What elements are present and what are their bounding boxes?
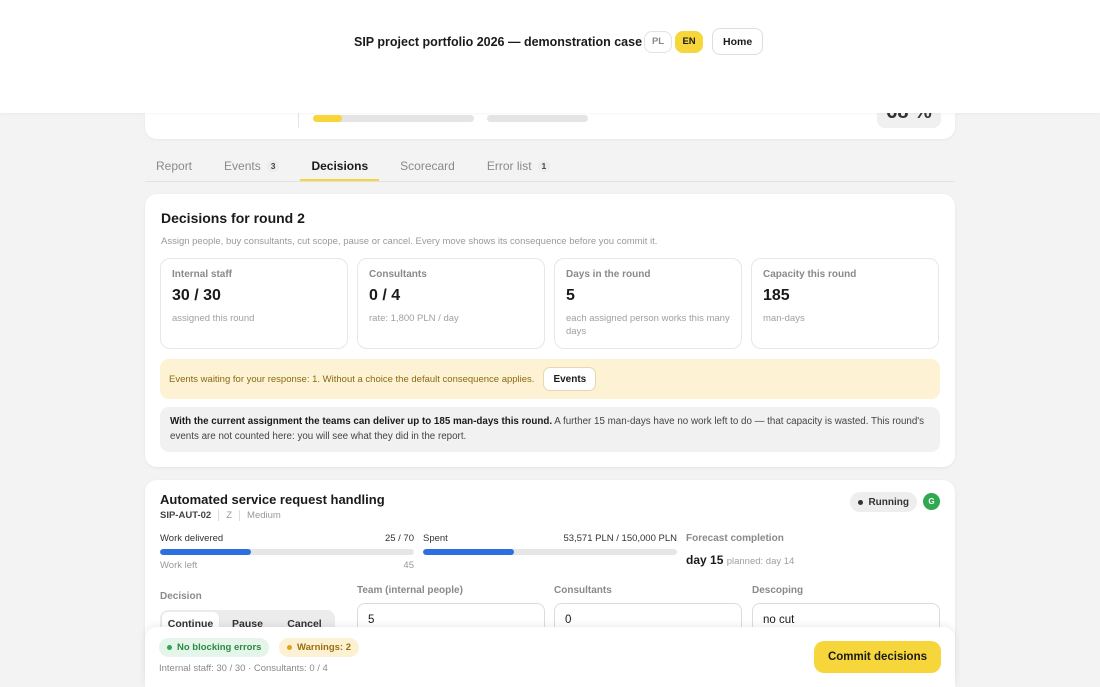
warning-dot-icon — [287, 645, 292, 650]
tab-label: Decisions — [311, 158, 369, 173]
metric-value: 25 / 70 — [384, 533, 414, 544]
team-label: Team (internal people) — [357, 585, 463, 596]
project-category: Z — [226, 510, 233, 521]
forecast-value: day 15 planned: day 14 — [686, 553, 794, 567]
consultants-label: Consultants — [554, 585, 612, 596]
status-badge: Running — [850, 492, 917, 512]
decisions-card: Decisions for round 2 Assign people, buy… — [145, 194, 955, 467]
descoping-label: Descoping — [752, 585, 804, 596]
tab-bar: Report Events 3 Decisions Scorecard Error… — [145, 150, 955, 182]
metric-label: Spent — [423, 533, 448, 544]
tab-badge: 1 — [537, 159, 551, 172]
stat-consultants: Consultants 0 / 4 rate: 1,800 PLN / day — [357, 258, 545, 349]
stat-days-in-round: Days in the round 5 each assigned person… — [554, 258, 742, 349]
forecast-planned: planned: day 14 — [726, 556, 795, 567]
home-button[interactable]: Home — [712, 28, 764, 55]
language-en-button[interactable]: EN — [675, 30, 704, 53]
commit-footer: No blocking errors Warnings: 2 Internal … — [145, 627, 955, 687]
warnings-badge[interactable]: Warnings: 2 — [279, 638, 360, 657]
work-left-value: 45 — [403, 560, 414, 571]
project-priority: Medium — [247, 510, 281, 521]
decisions-subtitle: Assign people, buy consultants, cut scop… — [161, 236, 658, 247]
tab-error-list[interactable]: Error list 1 — [476, 150, 561, 181]
forecast-completion: Forecast completion day 15 planned: day … — [686, 533, 794, 567]
stat-label: Consultants — [369, 269, 427, 280]
stat-capacity: Capacity this round 185 man-days — [751, 258, 939, 349]
tab-badge: 3 — [266, 159, 280, 172]
stat-label: Internal staff — [172, 269, 233, 280]
tab-events[interactable]: Events 3 — [213, 150, 290, 181]
summary-progress-fill — [313, 115, 342, 122]
capacity-info: With the current assignment the teams ca… — [160, 407, 940, 452]
meta-divider — [239, 510, 241, 521]
language-pl-button[interactable]: PL — [644, 30, 673, 53]
summary-progress-bar — [313, 115, 474, 122]
tab-scorecard[interactable]: Scorecard — [389, 150, 466, 181]
stat-value: 185 — [763, 287, 790, 304]
alert-text: Events waiting for your response: 1. Wit… — [169, 373, 535, 385]
ok-label: No blocking errors — [177, 642, 262, 653]
stat-note: man-days — [763, 313, 805, 324]
forecast-day-prefix: day — [686, 553, 711, 567]
grade-badge: G — [923, 493, 940, 510]
tab-label: Events — [224, 158, 261, 173]
work-progress-bar — [160, 549, 414, 555]
metric-value: 53,571 PLN / 150,000 PLN — [563, 533, 677, 544]
stat-value: 5 — [566, 287, 575, 304]
no-errors-badge: No blocking errors — [159, 638, 270, 657]
top-header: SIP project portfolio 2026 — demonstrati… — [0, 0, 1100, 113]
forecast-day: 15 — [710, 553, 724, 567]
commit-decisions-button[interactable]: Commit decisions — [813, 641, 941, 673]
status-dot-icon — [858, 499, 864, 505]
stat-label: Capacity this round — [763, 269, 857, 280]
project-code: SIP-AUT-02 — [160, 510, 212, 521]
summary-progress-bar-2 — [487, 115, 588, 122]
ok-dot-icon — [167, 645, 172, 650]
tab-report[interactable]: Report — [145, 150, 203, 181]
stat-label: Days in the round — [566, 269, 651, 280]
work-left-label: Work left — [160, 560, 198, 571]
stat-internal-staff: Internal staff 30 / 30 assigned this rou… — [160, 258, 348, 349]
tab-decisions[interactable]: Decisions — [300, 150, 379, 181]
tab-label: Scorecard — [400, 158, 455, 173]
stat-value: 30 / 30 — [172, 287, 221, 304]
status-label: Running — [868, 496, 909, 508]
metric-label: Work delivered — [160, 533, 224, 544]
events-alert: Events waiting for your response: 1. Wit… — [160, 359, 940, 399]
spent-progress-bar — [423, 549, 677, 555]
meta-divider — [218, 510, 220, 521]
tab-label: Error list — [486, 158, 532, 173]
decision-label: Decision — [160, 591, 202, 602]
spent-progress-fill — [423, 549, 514, 555]
project-title: Automated service request handling — [160, 492, 385, 507]
app-title: SIP project portfolio 2026 — demonstrati… — [354, 34, 643, 49]
info-bold-text: With the current assignment the teams ca… — [170, 416, 553, 427]
tab-label: Report — [156, 158, 193, 173]
stat-note: rate: 1,800 PLN / day — [369, 313, 459, 324]
header-bar: SIP project portfolio 2026 — demonstrati… — [354, 28, 764, 55]
forecast-label: Forecast completion — [686, 533, 784, 544]
spent-metric: Spent 53,571 PLN / 150,000 PLN — [423, 533, 677, 555]
project-meta: SIP-AUT-02 Z Medium — [160, 510, 281, 521]
footer-staff-note: Internal staff: 30 / 30 · Consultants: 0… — [159, 663, 328, 674]
decisions-title: Decisions for round 2 — [161, 210, 305, 226]
work-progress-fill — [160, 549, 251, 555]
events-button[interactable]: Events — [543, 367, 597, 391]
work-delivered-metric: Work delivered 25 / 70 Work left 45 — [160, 533, 414, 571]
warn-label: Warnings: 2 — [297, 642, 352, 653]
stat-note: each assigned person works this many day… — [566, 313, 730, 337]
stat-note: assigned this round — [172, 313, 255, 324]
stat-value: 0 / 4 — [369, 287, 401, 304]
